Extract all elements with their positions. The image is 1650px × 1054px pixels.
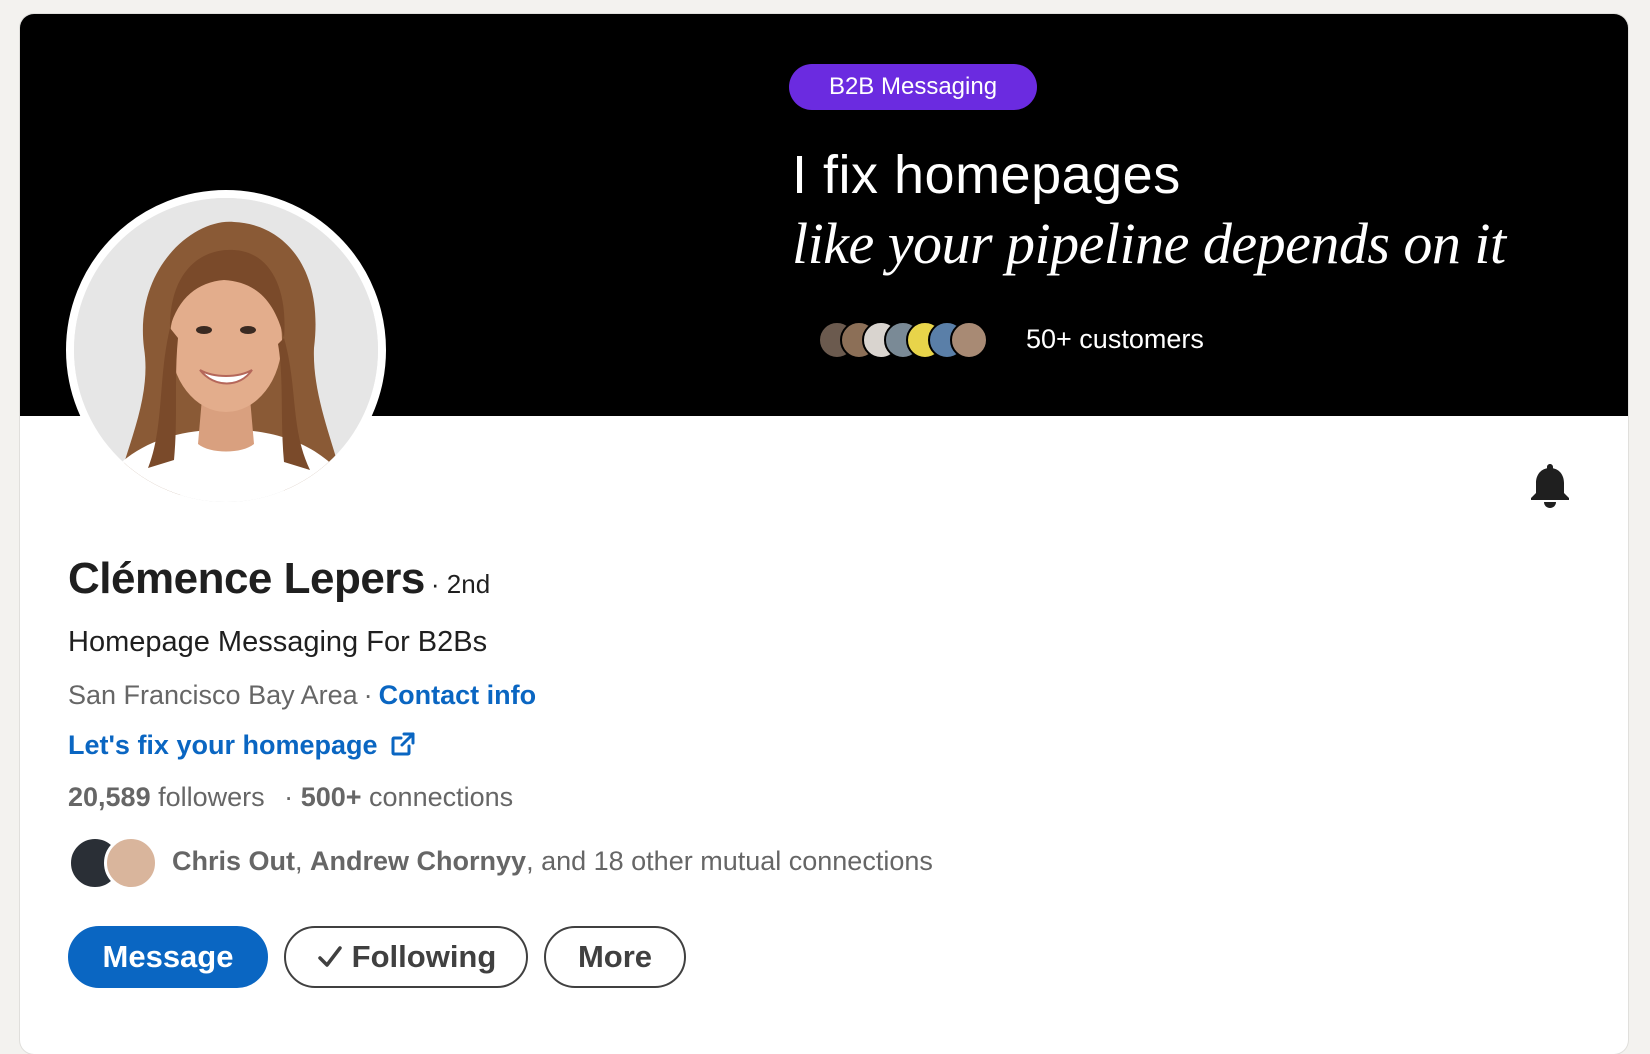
mutual-avatar [104, 836, 158, 890]
profile-photo-image [74, 198, 378, 502]
connection-degree: · 2nd [430, 569, 491, 599]
location-row: San Francisco Bay Area · Contact info [68, 680, 536, 711]
checkmark-icon [317, 946, 342, 967]
profile-location: San Francisco Bay Area [68, 680, 358, 710]
name-row: Clémence Lepers · 2nd [68, 554, 490, 604]
profile-name: Clémence Lepers [68, 554, 425, 603]
mutual-rest: , and 18 other mutual connections [526, 846, 933, 876]
more-button[interactable]: More [544, 926, 686, 988]
separator-dot: · [363, 680, 373, 710]
stats-separator: · [284, 782, 294, 812]
profile-headline: Homepage Messaging For B2Bs [68, 626, 488, 658]
mutual-name[interactable]: Chris Out [172, 846, 295, 876]
followers-count: 20,589 [68, 782, 151, 812]
mutual-connections-text[interactable]: Chris Out, Andrew Chornyy, and 18 other … [172, 846, 933, 877]
following-button[interactable]: Following [284, 926, 528, 988]
website-link[interactable]: Let's fix your homepage [68, 730, 416, 761]
external-link-icon [391, 732, 414, 756]
mutual-name[interactable]: Andrew Chornyy [310, 846, 526, 876]
connections-count[interactable]: 500+ [301, 782, 362, 812]
website-link-label: Let's fix your homepage [68, 730, 378, 760]
mutual-avatars [68, 834, 158, 892]
connections-label[interactable]: connections [369, 782, 513, 812]
stats-row: 20,589 followers · 500+ connections [68, 782, 513, 813]
bell-icon [1531, 464, 1569, 508]
customer-avatar [950, 321, 988, 359]
banner-subheadline: like your pipeline depends on it [792, 211, 1506, 276]
banner-headline: I fix homepages [792, 145, 1181, 205]
mutual-comma: , [295, 846, 303, 876]
profile-photo[interactable] [66, 190, 386, 510]
message-button[interactable]: Message [68, 926, 268, 988]
contact-info-link[interactable]: Contact info [379, 680, 536, 710]
customer-avatars [818, 321, 1018, 361]
banner-customers-count: 50+ customers [1026, 324, 1204, 354]
banner-tag: B2B Messaging [789, 64, 1037, 110]
profile-card: B2B Messaging I fix homepages like your … [20, 14, 1628, 1054]
followers-label: followers [158, 782, 265, 812]
notification-bell-button[interactable] [1526, 460, 1574, 510]
following-label: Following [351, 939, 497, 974]
